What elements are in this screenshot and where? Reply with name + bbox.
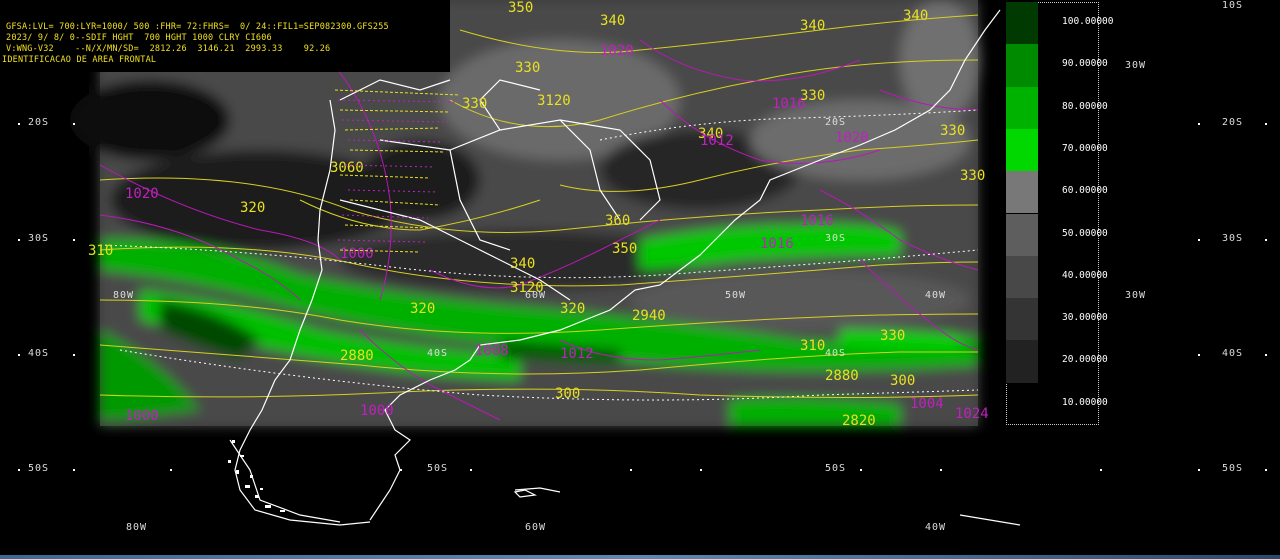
legend-swatch — [1006, 44, 1038, 87]
svg-text:330: 330 — [940, 123, 965, 139]
svg-text:3120: 3120 — [537, 93, 571, 109]
lat-label-50s-right: 50S — [1222, 463, 1244, 474]
svg-text:330: 330 — [515, 60, 540, 76]
lon-label-40w-mid: 40W — [925, 290, 947, 301]
svg-text:330: 330 — [880, 328, 905, 344]
lat-label-40s-mid1: 40S — [427, 348, 449, 359]
svg-text:1024: 1024 — [955, 406, 989, 422]
header-info: GFSA:LVL= 700:LYR=1000/ 500 :FHR= 72:FHR… — [0, 0, 450, 72]
svg-text:1020: 1020 — [125, 186, 159, 202]
svg-text:340: 340 — [600, 13, 625, 29]
svg-text:320: 320 — [240, 200, 265, 216]
lon-label-60w-mid: 60W — [525, 290, 547, 301]
lat-label-30s-mid: 30S — [825, 233, 847, 244]
svg-text:1020: 1020 — [600, 43, 634, 59]
svg-text:340: 340 — [903, 8, 928, 24]
svg-text:1000: 1000 — [125, 408, 159, 424]
legend-level-label: 70.00000 — [1062, 142, 1108, 154]
header-line-3: V:WNG-V32 --N/X/MN/SD= 2812.26 3146.21 2… — [6, 44, 331, 54]
lon-label-40w: 40W — [925, 522, 947, 533]
legend-level-label: 50.00000 — [1062, 227, 1108, 239]
legend-level-label: 30.00000 — [1062, 312, 1108, 324]
lat-label-20s-right: 20S — [1222, 117, 1244, 128]
header-line-1: GFSA:LVL= 700:LYR=1000/ 500 :FHR= 72:FHR… — [6, 22, 389, 32]
lat-label-30s: 30S — [28, 233, 50, 244]
lat-label-30s-right: 30S — [1222, 233, 1244, 244]
svg-text:1000: 1000 — [360, 403, 394, 419]
lat-label-40s-right: 40S — [1222, 348, 1244, 359]
svg-text:2940: 2940 — [632, 308, 666, 324]
svg-text:1020: 1020 — [835, 130, 869, 146]
legend-swatch — [1006, 255, 1038, 299]
lat-label-20s-mid: 20S — [825, 117, 847, 128]
svg-text:2880: 2880 — [340, 348, 374, 364]
lon-label-30w-top: 30W — [1125, 60, 1147, 71]
svg-text:1008: 1008 — [475, 343, 509, 359]
lon-label-80w-mid: 80W — [113, 290, 135, 301]
svg-text:330: 330 — [960, 168, 985, 184]
svg-text:2820: 2820 — [842, 413, 876, 429]
header-title: IDENTIFICACAO DE AREA FRONTAL — [2, 55, 157, 65]
lat-label-50s-mid1: 50S — [427, 463, 449, 474]
lat-label-50s: 50S — [28, 463, 50, 474]
legend-level-label: 90.00000 — [1062, 58, 1108, 70]
svg-text:320: 320 — [560, 301, 585, 317]
lon-label-80w: 80W — [126, 522, 148, 533]
svg-text:1000: 1000 — [340, 246, 374, 262]
legend-level-label: 80.00000 — [1062, 100, 1108, 112]
legend-level-label: 10.00000 — [1062, 396, 1108, 408]
svg-text:300: 300 — [555, 386, 580, 402]
legend-swatch — [1006, 213, 1038, 256]
svg-text:1016: 1016 — [772, 96, 806, 112]
legend-swatch — [1006, 2, 1038, 45]
legend-swatch — [1006, 340, 1038, 383]
svg-text:2880: 2880 — [825, 368, 859, 384]
legend-level-label: 60.00000 — [1062, 185, 1108, 197]
svg-text:1012: 1012 — [700, 133, 734, 149]
bottom-strip — [0, 555, 1280, 559]
legend-level-label: 20.00000 — [1062, 354, 1108, 366]
lat-label-40s-mid2: 40S — [825, 348, 847, 359]
svg-text:360: 360 — [605, 213, 630, 229]
lat-label-40s: 40S — [28, 348, 50, 359]
legend-swatch — [1006, 86, 1038, 129]
legend-level-label: 40.00000 — [1062, 269, 1108, 281]
svg-text:310: 310 — [800, 338, 825, 354]
svg-text:300: 300 — [890, 373, 915, 389]
header-line-2: 2023/ 9/ 8/ 0--SDIF HGHT 700 HGHT 1000 C… — [6, 33, 272, 43]
svg-text:340: 340 — [800, 18, 825, 34]
svg-text:310: 310 — [88, 243, 113, 259]
lat-label-10s-right: 10S — [1222, 0, 1244, 11]
legend-swatch — [1006, 128, 1038, 172]
svg-text:1016: 1016 — [760, 236, 794, 252]
svg-text:1004: 1004 — [910, 396, 944, 412]
svg-text:3060: 3060 — [330, 160, 364, 176]
legend-swatch — [1006, 298, 1038, 341]
lon-label-50w-mid: 50W — [725, 290, 747, 301]
svg-text:330: 330 — [462, 96, 487, 112]
svg-text:350: 350 — [612, 241, 637, 257]
map-viewer: 350 330 320 310 340 3120 330 3060 360 35… — [0, 0, 1280, 559]
svg-text:1012: 1012 — [560, 346, 594, 362]
lon-label-60w: 60W — [525, 522, 547, 533]
svg-text:350: 350 — [508, 0, 533, 16]
lat-label-50s-mid2: 50S — [825, 463, 847, 474]
svg-text:1016: 1016 — [800, 213, 834, 229]
svg-text:340: 340 — [510, 256, 535, 272]
lon-label-30w-mid: 30W — [1125, 290, 1147, 301]
svg-text:320: 320 — [410, 301, 435, 317]
legend-swatch — [1006, 171, 1038, 214]
lat-label-20s: 20S — [28, 117, 50, 128]
legend-level-label: 100.00000 — [1062, 16, 1114, 27]
